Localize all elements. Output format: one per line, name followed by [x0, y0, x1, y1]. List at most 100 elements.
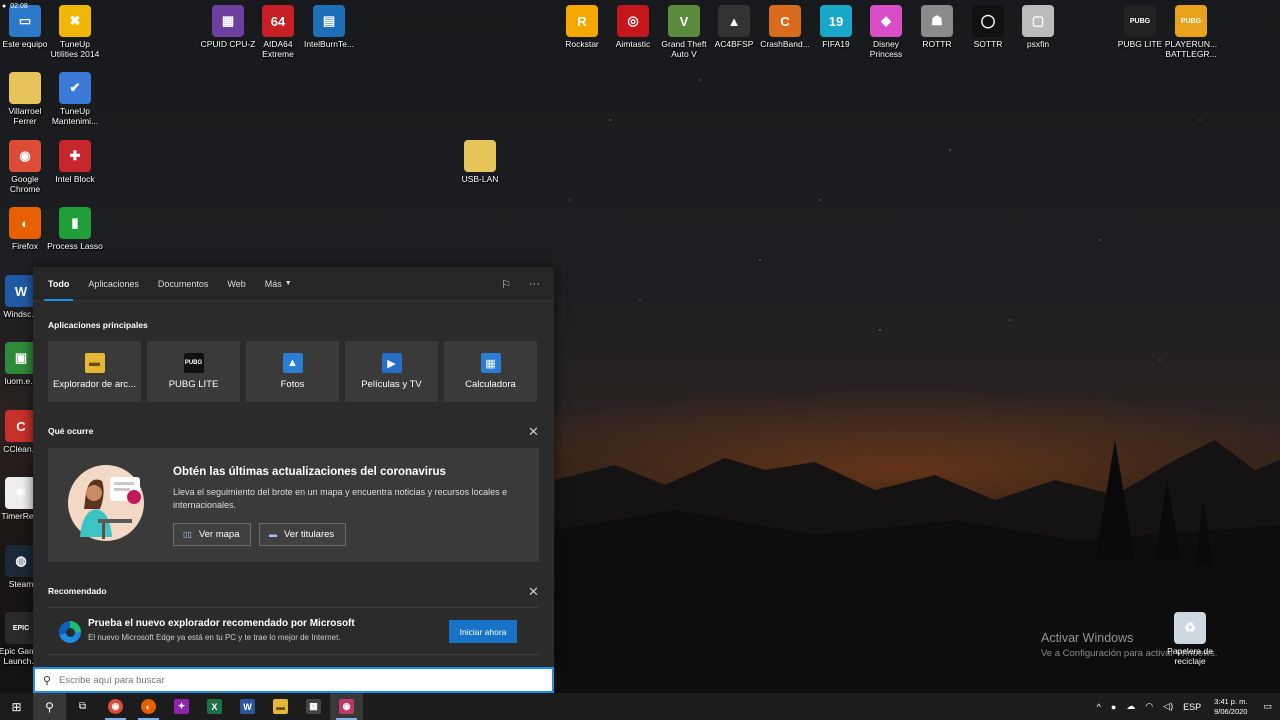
activation-watermark-title: Activar Windows: [1041, 631, 1134, 645]
word-icon: W: [240, 699, 255, 714]
pubg-lite-icon: PUBG: [1124, 5, 1156, 37]
file-explorer-icon: ▬: [84, 353, 105, 373]
gta-icon: V: [668, 5, 700, 37]
excel-icon: X: [207, 699, 222, 714]
app-tile-pubg-lite[interactable]: PUBG PUBG LITE: [147, 341, 240, 402]
desktop-icon-pubg[interactable]: PUBG PLAYERUN... BATTLEGR...: [1154, 5, 1228, 59]
coronavirus-illustration: [68, 465, 144, 541]
desktop-icon-label: TuneUp Utilities 2014: [50, 39, 100, 59]
desktop-icon-tuneup-maintenance[interactable]: ✔ TuneUp Mantenimi...: [38, 72, 112, 126]
app-tile-calculadora[interactable]: ▦ Calculadora: [444, 341, 537, 402]
map-icon: ▯▯: [183, 530, 192, 539]
taskbar-recorder[interactable]: ◉: [330, 693, 363, 720]
news-section-title: Qué ocurre: [48, 426, 94, 436]
fifa19-icon: 19: [820, 5, 852, 37]
more-options-icon[interactable]: ···: [529, 278, 540, 290]
apps-section-title: Aplicaciones principales: [48, 320, 148, 330]
desktop-icon-label: AIDA64 Extreme: [262, 39, 294, 59]
intelburntest-icon: ▤: [313, 5, 345, 37]
clock[interactable]: 3:41 p. m. 9/06/2020: [1206, 697, 1255, 717]
desktop-icon-label: IntelBurnTe...: [303, 39, 355, 49]
desktop-icon-label: Firefox: [12, 241, 38, 251]
intel-block-icon: ✚: [59, 140, 91, 172]
pubg-lite-icon: PUBG: [183, 353, 204, 373]
recommended-section-title: Recomendado: [48, 586, 107, 596]
desktop-icon-label: Rockstar: [565, 39, 599, 49]
photos-icon: ▲: [282, 353, 303, 373]
ver-titulares-button[interactable]: ▬ Ver titulares: [259, 523, 347, 546]
tray-chevron-icon[interactable]: ^: [1092, 702, 1106, 712]
iniciar-ahora-button[interactable]: Iniciar ahora: [449, 620, 517, 643]
taskbar-app-purple[interactable]: ✦: [165, 693, 198, 720]
tab-web[interactable]: Web: [227, 267, 245, 301]
volume-icon[interactable]: ◁): [1158, 701, 1178, 712]
taskbar-calculator[interactable]: ▦: [297, 693, 330, 720]
app-tile-explorer[interactable]: ▬ Explorador de arc...: [48, 341, 141, 402]
psxfin-icon: ▢: [1022, 5, 1054, 37]
ver-mapa-button[interactable]: ▯▯ Ver mapa: [173, 523, 252, 546]
firefox-icon: ◐: [9, 207, 41, 239]
taskbar-search-button[interactable]: ⚲: [33, 693, 66, 720]
desktop-icon-intelburntest[interactable]: ▤ IntelBurnTe...: [292, 5, 366, 49]
desktop-icon-label: Disney Princess: [869, 39, 903, 59]
desktop-icon-intel-block[interactable]: ✚ Intel Block: [38, 140, 112, 184]
desktop-icon-label: SOTTR: [973, 39, 1003, 49]
taskbar: ⊞ ⚲ ⧉ ◉ ◐ ✦ X W ▬ ▦ ◉ ^ ● ☁ ◠ ◁) ESP 3:4…: [0, 693, 1280, 720]
taskbar-excel[interactable]: X: [198, 693, 231, 720]
headlines-icon: ▬: [269, 530, 277, 539]
close-recommended-icon[interactable]: ✕: [528, 584, 539, 600]
network-icon[interactable]: ☁: [1121, 701, 1140, 712]
microphone-icon[interactable]: ●: [1106, 702, 1121, 712]
process-lasso-icon: ▮: [59, 207, 91, 239]
chrome-icon: ◉: [108, 699, 123, 714]
aimtastic-icon: ◎: [617, 5, 649, 37]
start-button[interactable]: ⊞: [0, 693, 33, 720]
taskbar-search-box: ⚲: [33, 667, 554, 693]
desktop-icon-usb-lan-folder[interactable]: USB-LAN: [443, 140, 517, 184]
recorder-icon: ◉: [339, 699, 354, 714]
usb-lan-folder-icon: [464, 140, 496, 172]
desktop-icon-label: Villarroel Ferrer: [8, 106, 42, 126]
app-tile-movies-tv[interactable]: ▶ Películas y TV: [345, 341, 438, 402]
desktop-icon-label: USB-LAN: [461, 174, 499, 184]
recycle-bin-icon: ♻: [1174, 612, 1206, 644]
search-tabs: Todo Aplicaciones Documentos Web Más ▼ ⚐ …: [33, 267, 554, 301]
tab-todo[interactable]: Todo: [43, 267, 74, 301]
desktop-icon-psxfin[interactable]: ▢ psxfin: [1001, 5, 1075, 49]
windows-logo-icon: ⊞: [11, 699, 22, 714]
tab-aplicaciones[interactable]: Aplicaciones: [88, 267, 139, 301]
search-icon: ⚲: [45, 699, 54, 714]
chrome-icon: ◉: [9, 140, 41, 172]
app-tile-fotos[interactable]: ▲ Fotos: [246, 341, 339, 402]
news-heading: Obtén las últimas actualizaciones del co…: [173, 466, 446, 478]
rockstar-icon: R: [566, 5, 598, 37]
feedback-icon[interactable]: ⚐: [501, 278, 511, 291]
task-view-button[interactable]: ⧉: [66, 693, 99, 720]
clock-date: 9/06/2020: [1214, 706, 1248, 716]
task-view-icon: ⧉: [78, 701, 87, 712]
tuneup-maintenance-icon: ✔: [59, 72, 91, 104]
desktop-icon-label: TuneUp Mantenimi...: [51, 106, 99, 126]
close-news-icon[interactable]: ✕: [528, 424, 539, 440]
tuneup-icon: ✖: [59, 5, 91, 37]
desktop-icon-tuneup[interactable]: ✖ TuneUp Utilities 2014: [38, 5, 112, 59]
taskbar-file-explorer[interactable]: ▬: [264, 693, 297, 720]
taskbar-firefox[interactable]: ◐: [132, 693, 165, 720]
search-input[interactable]: [59, 674, 499, 686]
aida64-icon: 64: [262, 5, 294, 37]
wifi-icon[interactable]: ◠: [1140, 701, 1158, 712]
tab-documentos[interactable]: Documentos: [158, 267, 209, 301]
desktop-icon-process-lasso[interactable]: ▮ Process Lasso: [38, 207, 112, 251]
calculator-icon: ▦: [480, 353, 501, 373]
taskbar-chrome[interactable]: ◉: [99, 693, 132, 720]
tab-mas[interactable]: Más ▼: [265, 267, 292, 301]
desktop-icon-label: psxfin: [1026, 39, 1050, 49]
taskbar-word[interactable]: W: [231, 693, 264, 720]
news-card: Obtén las últimas actualizaciones del co…: [48, 448, 539, 562]
notifications-icon[interactable]: ▭: [1255, 701, 1280, 712]
microphone-icon: ●: [2, 3, 7, 10]
search-panel: Todo Aplicaciones Documentos Web Más ▼ ⚐ …: [33, 267, 554, 667]
language-indicator[interactable]: ESP: [1178, 702, 1206, 712]
folder-icon: [9, 72, 41, 104]
desktop-icon-label: Intel Block: [55, 174, 95, 184]
